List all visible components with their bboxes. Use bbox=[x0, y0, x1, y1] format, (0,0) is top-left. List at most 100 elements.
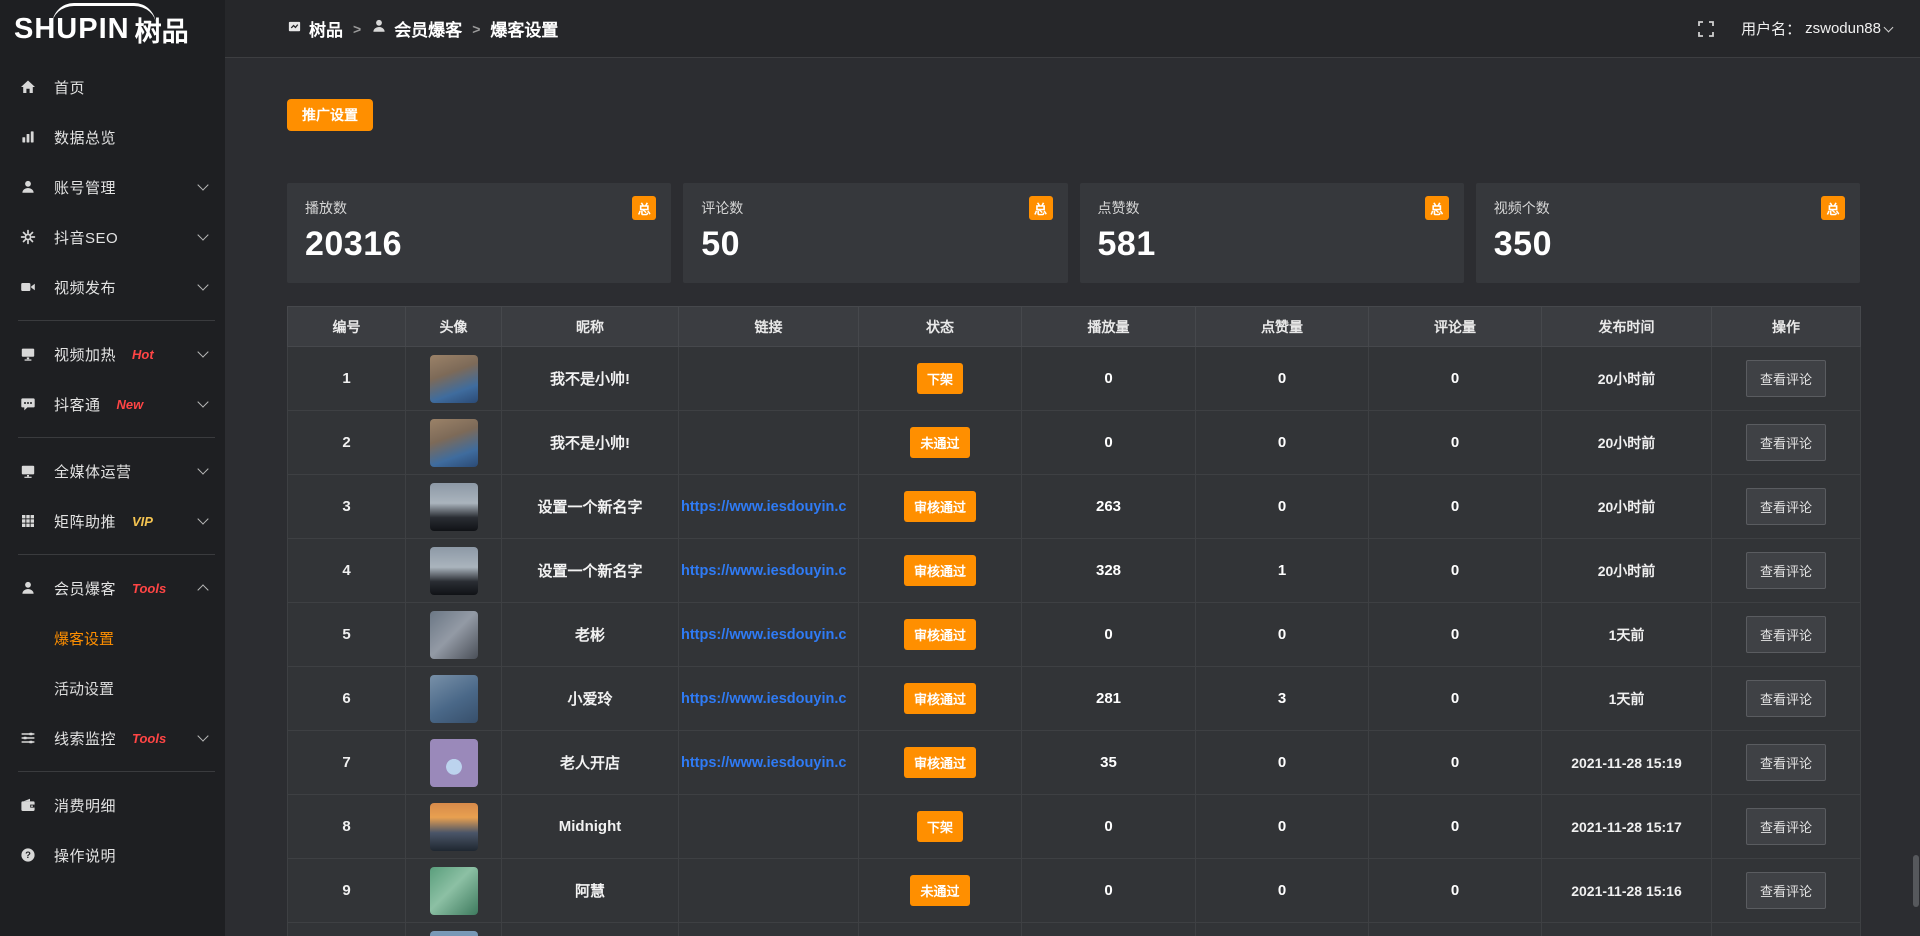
status-badge[interactable]: 审核通过 bbox=[904, 747, 976, 778]
view-comments-button[interactable]: 查看评论 bbox=[1746, 616, 1826, 653]
sidebar-item-label: 视频发布 bbox=[54, 277, 116, 298]
action-cell: 查看评论 bbox=[1712, 539, 1861, 603]
status-cell bbox=[859, 923, 1022, 936]
action-cell: 查看评论 bbox=[1712, 347, 1861, 411]
link-cell bbox=[679, 923, 859, 936]
status-cell: 审核通过 bbox=[859, 539, 1022, 603]
plays-cell: 263 bbox=[1022, 475, 1196, 539]
action-cell: 查看评论 bbox=[1712, 731, 1861, 795]
status-badge[interactable]: 审核通过 bbox=[904, 619, 976, 650]
nickname-cell: 阿慧 bbox=[502, 859, 679, 923]
sidebar-item-operation-guide[interactable]: ?操作说明 bbox=[0, 830, 225, 880]
sidebar-subitem-activity-settings[interactable]: 活动设置 bbox=[0, 663, 225, 713]
view-comments-button[interactable]: 查看评论 bbox=[1746, 872, 1826, 909]
view-comments-button[interactable]: 查看评论 bbox=[1746, 552, 1826, 589]
stat-cards: 播放数 总 20316 评论数 总 50 点赞数 总 581 视频个数 总 35… bbox=[287, 183, 1860, 283]
scrollbar-thumb[interactable] bbox=[1913, 855, 1919, 907]
fullscreen-icon[interactable] bbox=[1697, 20, 1715, 38]
stat-value: 20316 bbox=[305, 225, 653, 264]
promo-settings-button[interactable]: 推广设置 bbox=[287, 99, 373, 131]
sidebar-item-consume-detail[interactable]: 消费明细 bbox=[0, 780, 225, 830]
publish-time-cell: 20小时前 bbox=[1542, 475, 1712, 539]
column-header: 评论量 bbox=[1369, 307, 1542, 347]
status-badge[interactable]: 审核通过 bbox=[904, 555, 976, 586]
view-comments-button[interactable]: 查看评论 bbox=[1746, 808, 1826, 845]
view-comments-button[interactable]: 查看评论 bbox=[1746, 680, 1826, 717]
status-cell: 审核通过 bbox=[859, 603, 1022, 667]
publish-time-cell bbox=[1542, 923, 1712, 936]
breadcrumb-separator: > bbox=[472, 21, 480, 37]
status-badge[interactable]: 审核通过 bbox=[904, 491, 976, 522]
view-comments-button[interactable]: 查看评论 bbox=[1746, 360, 1826, 397]
sidebar-item-label: 操作说明 bbox=[54, 845, 116, 866]
video-link[interactable]: https://www.iesdouyin.c bbox=[681, 755, 858, 771]
user-icon bbox=[20, 179, 40, 195]
action-cell: 查看评论 bbox=[1712, 603, 1861, 667]
table-row: 4设置一个新名字https://www.iesdouyin.c审核通过32810… bbox=[288, 539, 1861, 603]
sidebar-item-account-management[interactable]: 账号管理 bbox=[0, 162, 225, 212]
action-cell: 查看评论 bbox=[1712, 859, 1861, 923]
view-comments-button[interactable]: 查看评论 bbox=[1746, 424, 1826, 461]
sidebar-item-all-media-operation[interactable]: 全媒体运营 bbox=[0, 446, 225, 496]
chevron-down-icon bbox=[197, 396, 208, 407]
status-badge[interactable]: 下架 bbox=[917, 363, 963, 394]
sidebar-item-clue-monitor[interactable]: 线索监控Tools bbox=[0, 713, 225, 763]
sidebar-item-label: 会员爆客 bbox=[54, 578, 116, 599]
chevron-down-icon bbox=[197, 463, 208, 474]
stat-card-likes: 点赞数 总 581 bbox=[1080, 183, 1464, 283]
nickname-cell: 设置一个新名字 bbox=[502, 475, 679, 539]
menu-divider bbox=[18, 437, 215, 438]
status-badge[interactable]: 下架 bbox=[917, 811, 963, 842]
sidebar-item-label: 账号管理 bbox=[54, 177, 116, 198]
breadcrumb-item-baoke-settings[interactable]: 爆客设置 bbox=[490, 16, 558, 41]
comments-cell: 0 bbox=[1369, 795, 1542, 859]
publish-time-cell: 2021-11-28 15:19 bbox=[1542, 731, 1712, 795]
column-header: 状态 bbox=[859, 307, 1022, 347]
comments-cell: 0 bbox=[1369, 411, 1542, 475]
likes-cell: 0 bbox=[1196, 347, 1369, 411]
avatar-cell bbox=[406, 795, 502, 859]
column-header: 链接 bbox=[679, 307, 859, 347]
avatar-cell bbox=[406, 347, 502, 411]
video-link[interactable]: https://www.iesdouyin.c bbox=[681, 691, 858, 707]
video-link[interactable]: https://www.iesdouyin.c bbox=[681, 563, 858, 579]
video-link[interactable]: https://www.iesdouyin.c bbox=[681, 627, 858, 643]
chevron-down-icon bbox=[197, 513, 208, 524]
status-cell: 未通过 bbox=[859, 411, 1022, 475]
column-header: 头像 bbox=[406, 307, 502, 347]
likes-cell: 0 bbox=[1196, 795, 1369, 859]
sidebar-item-home[interactable]: 首页 bbox=[0, 62, 225, 112]
sidebar-item-matrix-boost[interactable]: 矩阵助推VIP bbox=[0, 496, 225, 546]
view-comments-button[interactable]: 查看评论 bbox=[1746, 744, 1826, 781]
status-badge[interactable]: 未通过 bbox=[910, 875, 969, 906]
breadcrumb-label: 树品 bbox=[309, 16, 343, 41]
sidebar-subitem-baoke-settings[interactable]: 爆客设置 bbox=[0, 613, 225, 663]
breadcrumb-item-shupin[interactable]: 树品 bbox=[287, 16, 343, 41]
member-icon bbox=[20, 580, 40, 596]
brand-logo[interactable]: SHUPIN 树品 bbox=[0, 0, 225, 58]
link-cell: https://www.iesdouyin.c bbox=[679, 539, 859, 603]
view-comments-button[interactable]: 查看评论 bbox=[1746, 488, 1826, 525]
breadcrumb: 树品 > 会员爆客 > 爆客设置 bbox=[287, 16, 558, 41]
sidebar-item-data-overview[interactable]: 数据总览 bbox=[0, 112, 225, 162]
grid-icon bbox=[20, 513, 40, 529]
sidebar-item-label: 矩阵助推 bbox=[54, 511, 116, 532]
user-menu[interactable]: 用户名： zswodun88 bbox=[1741, 18, 1892, 39]
status-badge[interactable]: 审核通过 bbox=[904, 683, 976, 714]
row-number-cell: 4 bbox=[288, 539, 406, 603]
menu-divider bbox=[18, 771, 215, 772]
table-row: 7老人开店https://www.iesdouyin.c审核通过35002021… bbox=[288, 731, 1861, 795]
sidebar-item-douyin-seo[interactable]: 抖音SEO bbox=[0, 212, 225, 262]
sidebar-item-video-publish[interactable]: 视频发布 bbox=[0, 262, 225, 312]
row-number-cell: 5 bbox=[288, 603, 406, 667]
sidebar-item-video-heat[interactable]: 视频加热Hot bbox=[0, 329, 225, 379]
breadcrumb-item-member-baoke[interactable]: 会员爆客 bbox=[371, 16, 462, 41]
chevron-down-icon bbox=[197, 279, 208, 290]
row-number-cell: 7 bbox=[288, 731, 406, 795]
status-badge[interactable]: 未通过 bbox=[910, 427, 969, 458]
sidebar-item-douketong[interactable]: 抖客通New bbox=[0, 379, 225, 429]
likes-cell: 1 bbox=[1196, 539, 1369, 603]
video-link[interactable]: https://www.iesdouyin.c bbox=[681, 499, 858, 515]
column-header: 编号 bbox=[288, 307, 406, 347]
sidebar-item-member-baoke[interactable]: 会员爆客Tools bbox=[0, 563, 225, 613]
